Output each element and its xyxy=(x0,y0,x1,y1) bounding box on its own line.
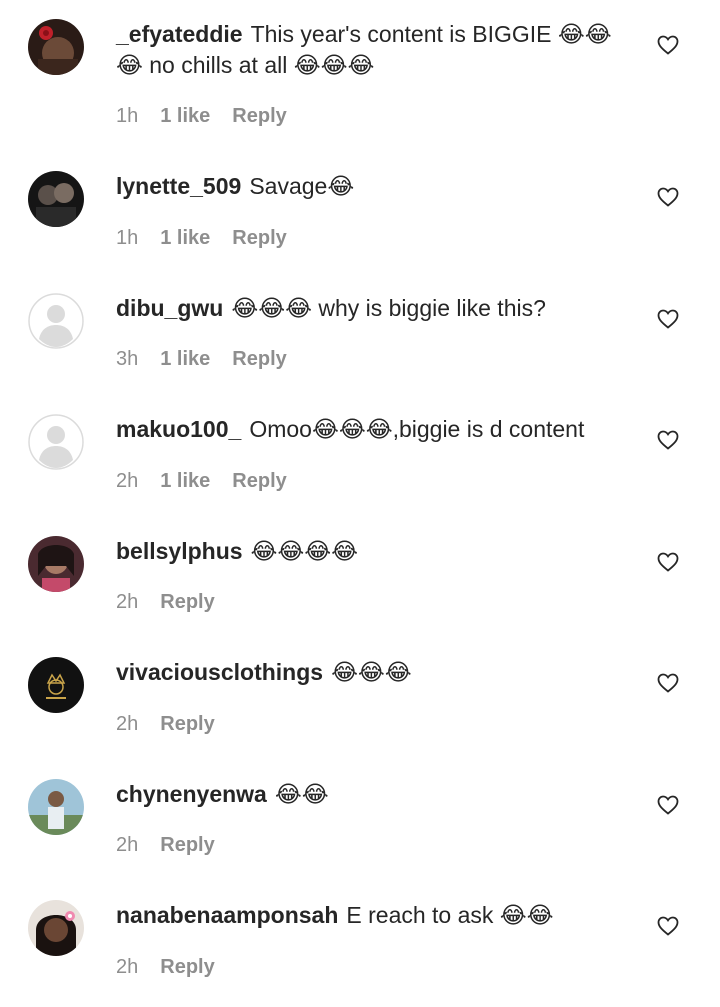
heart-icon[interactable] xyxy=(656,793,680,817)
comment-time: 2h xyxy=(116,834,139,856)
comment-text: 😂😂 xyxy=(274,781,329,807)
comment-body: dibu_gwu 😂😂😂 why is biggie like this? xyxy=(116,293,636,324)
comment-meta: 1h 1 like Reply xyxy=(116,227,287,250)
comment-text: 😂😂😂 why is biggie like this? xyxy=(231,295,546,321)
comment-body: lynette_509 Savage😂 xyxy=(116,171,636,202)
avatar[interactable] xyxy=(28,657,84,713)
comment-username[interactable]: nanabenaamponsah xyxy=(116,902,338,928)
comment-text: Omoo😂😂😂,biggie is d content xyxy=(249,416,585,442)
default-avatar-icon[interactable] xyxy=(28,293,84,349)
comment-meta: 3h 1 like Reply xyxy=(116,348,287,371)
comment-time: 2h xyxy=(116,956,139,978)
reply-button[interactable]: Reply xyxy=(232,105,286,128)
comment-username[interactable]: lynette_509 xyxy=(116,173,241,199)
heart-icon[interactable] xyxy=(656,550,680,574)
comment-username[interactable]: chynenyenwa xyxy=(116,781,267,807)
default-avatar-icon[interactable] xyxy=(28,414,84,470)
comment-body: makuo100_ Omoo😂😂😂,biggie is d content xyxy=(116,414,636,445)
reply-button[interactable]: Reply xyxy=(160,591,214,614)
comment-username[interactable]: vivaciousclothings xyxy=(116,659,323,685)
avatar[interactable] xyxy=(28,779,84,835)
comment-time: 2h xyxy=(116,470,139,492)
comment-likes[interactable]: 1 like xyxy=(160,348,210,371)
comment-likes[interactable]: 1 like xyxy=(160,105,210,128)
reply-button[interactable]: Reply xyxy=(232,227,286,250)
comment-username[interactable]: makuo100_ xyxy=(116,416,241,442)
comment-body: chynenyenwa 😂😂 xyxy=(116,779,636,810)
comment-text: E reach to ask 😂😂 xyxy=(346,902,554,928)
heart-icon[interactable] xyxy=(656,307,680,331)
comment-time: 3h xyxy=(116,348,139,370)
heart-icon[interactable] xyxy=(656,185,680,209)
comment-likes[interactable]: 1 like xyxy=(160,470,210,493)
heart-icon[interactable] xyxy=(656,428,680,452)
comment-likes[interactable]: 1 like xyxy=(160,227,210,250)
comment-text: 😂😂😂😂 xyxy=(250,538,359,564)
comment-text: Savage😂 xyxy=(249,173,355,199)
comment-meta: 1h 1 like Reply xyxy=(116,105,287,128)
comment-username[interactable]: _efyateddie xyxy=(116,21,243,47)
reply-button[interactable]: Reply xyxy=(160,713,214,736)
avatar[interactable] xyxy=(28,19,84,75)
comment-meta: 2h 1 like Reply xyxy=(116,470,287,493)
comment-username[interactable]: dibu_gwu xyxy=(116,295,223,321)
comment-text: 😂😂😂 xyxy=(331,659,412,685)
comment-body: vivaciousclothings 😂😂😂 xyxy=(116,657,636,688)
heart-icon[interactable] xyxy=(656,914,680,938)
comment-username[interactable]: bellsylphus xyxy=(116,538,243,564)
heart-icon[interactable] xyxy=(656,671,680,695)
comment-time: 2h xyxy=(116,591,139,613)
reply-button[interactable]: Reply xyxy=(160,834,214,857)
comment-body: nanabenaamponsah E reach to ask 😂😂 xyxy=(116,900,636,931)
comment-meta: 2h Reply xyxy=(116,834,215,857)
reply-button[interactable]: Reply xyxy=(232,470,286,493)
comment-time: 2h xyxy=(116,713,139,735)
avatar[interactable] xyxy=(28,171,84,227)
avatar[interactable] xyxy=(28,900,84,956)
heart-icon[interactable] xyxy=(656,33,680,57)
comment-meta: 2h Reply xyxy=(116,591,215,614)
comment-meta: 2h Reply xyxy=(116,956,215,979)
comment-meta: 2h Reply xyxy=(116,713,215,736)
comment-body: bellsylphus 😂😂😂😂 xyxy=(116,536,636,567)
comment-body: _efyateddie This year's content is BIGGIE… xyxy=(116,19,636,81)
comment-time: 1h xyxy=(116,227,139,249)
reply-button[interactable]: Reply xyxy=(232,348,286,371)
avatar[interactable] xyxy=(28,536,84,592)
comment-time: 1h xyxy=(116,105,139,127)
reply-button[interactable]: Reply xyxy=(160,956,214,979)
